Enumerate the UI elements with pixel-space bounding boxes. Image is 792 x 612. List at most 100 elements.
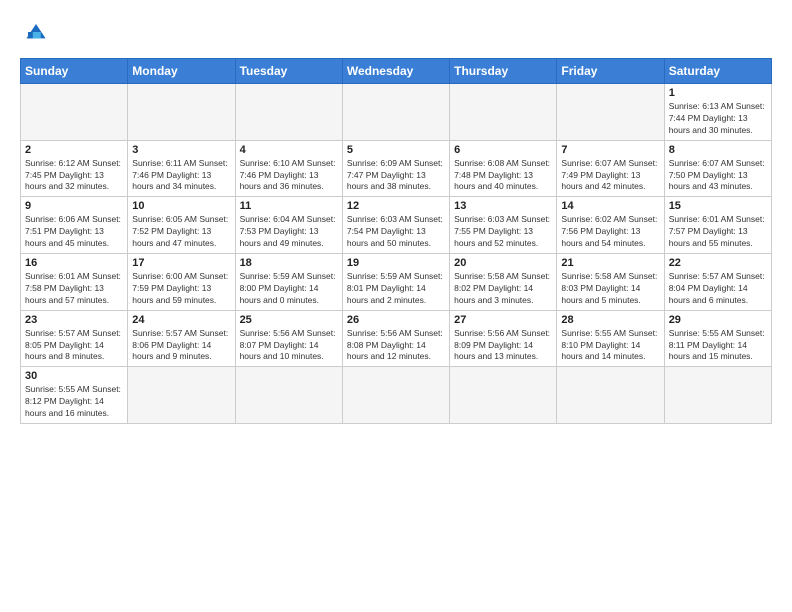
day-number: 21 <box>561 257 659 269</box>
day-cell: 15 Sunrise: 6:01 AM Sunset: 7:57 PM Dayli… <box>664 197 771 254</box>
day-info: Sunrise: 6:07 AM Sunset: 7:49 PM Dayligh… <box>561 158 659 194</box>
day-cell <box>342 367 449 424</box>
day-cell: 26Sunrise: 5:56 AM Sunset: 8:08 PM Dayli… <box>342 310 449 367</box>
day-cell <box>128 84 235 141</box>
day-info: Sunrise: 6:03 AM Sunset: 7:55 PM Dayligh… <box>454 214 552 250</box>
weekday-header-wednesday: Wednesday <box>342 59 449 84</box>
day-number: 23 <box>25 314 123 326</box>
day-info: Sunrise: 6:08 AM Sunset: 7:48 PM Dayligh… <box>454 158 552 194</box>
day-info: Sunrise: 5:55 AM Sunset: 8:11 PM Dayligh… <box>669 328 767 364</box>
week-row-0: 1Sunrise: 6:13 AM Sunset: 7:44 PM Daylig… <box>21 84 772 141</box>
day-info: Sunrise: 6:01 AM Sunset: 7:57 PM Dayligh… <box>669 214 767 250</box>
day-info: Sunrise: 5:55 AM Sunset: 8:10 PM Dayligh… <box>561 328 659 364</box>
day-cell: 5 Sunrise: 6:09 AM Sunset: 7:47 PM Daylig… <box>342 140 449 197</box>
weekday-header-monday: Monday <box>128 59 235 84</box>
day-info: Sunrise: 5:59 AM Sunset: 8:01 PM Dayligh… <box>347 271 445 307</box>
day-cell: 12 Sunrise: 6:03 AM Sunset: 7:54 PM Dayli… <box>342 197 449 254</box>
day-info: Sunrise: 5:57 AM Sunset: 8:05 PM Dayligh… <box>25 328 123 364</box>
day-cell <box>235 84 342 141</box>
day-cell: 2Sunrise: 6:12 AM Sunset: 7:45 PM Daylig… <box>21 140 128 197</box>
day-number: 20 <box>454 257 552 269</box>
day-info: Sunrise: 5:55 AM Sunset: 8:12 PM Dayligh… <box>25 384 123 420</box>
day-info: Sunrise: 6:12 AM Sunset: 7:45 PM Dayligh… <box>25 158 123 194</box>
day-info: Sunrise: 6:09 AM Sunset: 7:47 PM Dayligh… <box>347 158 445 194</box>
day-number: 13 <box>454 200 552 212</box>
day-info: Sunrise: 6:05 AM Sunset: 7:52 PM Dayligh… <box>132 214 230 250</box>
day-number: 28 <box>561 314 659 326</box>
day-number: 6 <box>454 144 552 156</box>
day-number: 27 <box>454 314 552 326</box>
weekday-header-thursday: Thursday <box>450 59 557 84</box>
day-info: Sunrise: 6:04 AM Sunset: 7:53 PM Dayligh… <box>240 214 338 250</box>
day-number: 3 <box>132 144 230 156</box>
weekday-header-friday: Friday <box>557 59 664 84</box>
day-info: Sunrise: 5:56 AM Sunset: 8:09 PM Dayligh… <box>454 328 552 364</box>
day-info: Sunrise: 5:59 AM Sunset: 8:00 PM Dayligh… <box>240 271 338 307</box>
day-info: Sunrise: 6:02 AM Sunset: 7:56 PM Dayligh… <box>561 214 659 250</box>
day-cell <box>342 84 449 141</box>
day-number: 8 <box>669 144 767 156</box>
day-cell: 3Sunrise: 6:11 AM Sunset: 7:46 PM Daylig… <box>128 140 235 197</box>
day-number: 24 <box>132 314 230 326</box>
day-info: Sunrise: 6:03 AM Sunset: 7:54 PM Dayligh… <box>347 214 445 250</box>
week-row-1: 2Sunrise: 6:12 AM Sunset: 7:45 PM Daylig… <box>21 140 772 197</box>
day-cell: 10 Sunrise: 6:05 AM Sunset: 7:52 PM Dayli… <box>128 197 235 254</box>
day-number: 1 <box>669 87 767 99</box>
day-number: 18 <box>240 257 338 269</box>
day-cell: 11Sunrise: 6:04 AM Sunset: 7:53 PM Dayli… <box>235 197 342 254</box>
day-number: 4 <box>240 144 338 156</box>
day-cell: 17Sunrise: 6:00 AM Sunset: 7:59 PM Dayli… <box>128 254 235 311</box>
day-cell: 22Sunrise: 5:57 AM Sunset: 8:04 PM Dayli… <box>664 254 771 311</box>
day-info: Sunrise: 5:56 AM Sunset: 8:07 PM Dayligh… <box>240 328 338 364</box>
day-cell <box>21 84 128 141</box>
weekday-header-sunday: Sunday <box>21 59 128 84</box>
day-cell: 7Sunrise: 6:07 AM Sunset: 7:49 PM Daylig… <box>557 140 664 197</box>
day-number: 29 <box>669 314 767 326</box>
day-cell: 30 Sunrise: 5:55 AM Sunset: 8:12 PM Dayli… <box>21 367 128 424</box>
week-row-3: 16 Sunrise: 6:01 AM Sunset: 7:58 PM Dayli… <box>21 254 772 311</box>
day-cell <box>450 84 557 141</box>
day-info: Sunrise: 6:06 AM Sunset: 7:51 PM Dayligh… <box>25 214 123 250</box>
day-info: Sunrise: 6:01 AM Sunset: 7:58 PM Dayligh… <box>25 271 123 307</box>
day-cell <box>128 367 235 424</box>
day-number: 26 <box>347 314 445 326</box>
day-cell: 29 Sunrise: 5:55 AM Sunset: 8:11 PM Dayli… <box>664 310 771 367</box>
day-cell <box>664 367 771 424</box>
day-number: 15 <box>669 200 767 212</box>
page: SundayMondayTuesdayWednesdayThursdayFrid… <box>0 0 792 434</box>
day-cell: 20 Sunrise: 5:58 AM Sunset: 8:02 PM Dayli… <box>450 254 557 311</box>
day-cell <box>450 367 557 424</box>
day-info: Sunrise: 5:57 AM Sunset: 8:06 PM Dayligh… <box>132 328 230 364</box>
day-info: Sunrise: 5:57 AM Sunset: 8:04 PM Dayligh… <box>669 271 767 307</box>
day-cell <box>557 84 664 141</box>
day-info: Sunrise: 5:58 AM Sunset: 8:02 PM Dayligh… <box>454 271 552 307</box>
day-cell: 13 Sunrise: 6:03 AM Sunset: 7:55 PM Dayli… <box>450 197 557 254</box>
day-info: Sunrise: 6:07 AM Sunset: 7:50 PM Dayligh… <box>669 158 767 194</box>
day-number: 5 <box>347 144 445 156</box>
day-cell <box>235 367 342 424</box>
day-number: 17 <box>132 257 230 269</box>
day-cell: 23 Sunrise: 5:57 AM Sunset: 8:05 PM Dayli… <box>21 310 128 367</box>
day-number: 12 <box>347 200 445 212</box>
calendar: SundayMondayTuesdayWednesdayThursdayFrid… <box>20 58 772 424</box>
day-cell <box>557 367 664 424</box>
day-number: 25 <box>240 314 338 326</box>
day-number: 9 <box>25 200 123 212</box>
day-cell: 1Sunrise: 6:13 AM Sunset: 7:44 PM Daylig… <box>664 84 771 141</box>
header <box>20 16 772 48</box>
logo <box>20 16 56 48</box>
day-number: 10 <box>132 200 230 212</box>
weekday-header-saturday: Saturday <box>664 59 771 84</box>
day-number: 19 <box>347 257 445 269</box>
day-cell: 14Sunrise: 6:02 AM Sunset: 7:56 PM Dayli… <box>557 197 664 254</box>
day-number: 30 <box>25 370 123 382</box>
day-info: Sunrise: 6:10 AM Sunset: 7:46 PM Dayligh… <box>240 158 338 194</box>
day-cell: 8 Sunrise: 6:07 AM Sunset: 7:50 PM Daylig… <box>664 140 771 197</box>
weekday-header-row: SundayMondayTuesdayWednesdayThursdayFrid… <box>21 59 772 84</box>
day-cell: 21Sunrise: 5:58 AM Sunset: 8:03 PM Dayli… <box>557 254 664 311</box>
day-cell: 16 Sunrise: 6:01 AM Sunset: 7:58 PM Dayli… <box>21 254 128 311</box>
day-cell: 28 Sunrise: 5:55 AM Sunset: 8:10 PM Dayli… <box>557 310 664 367</box>
day-number: 16 <box>25 257 123 269</box>
weekday-header-tuesday: Tuesday <box>235 59 342 84</box>
day-cell: 25 Sunrise: 5:56 AM Sunset: 8:07 PM Dayli… <box>235 310 342 367</box>
